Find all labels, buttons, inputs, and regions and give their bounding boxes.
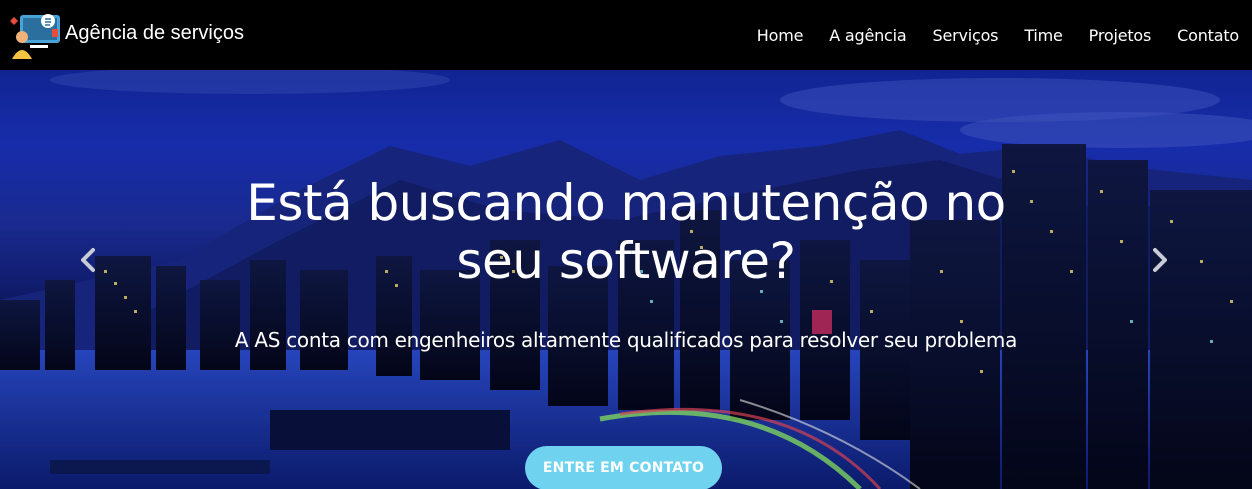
contact-button[interactable]: Entre em contato <box>525 446 722 489</box>
carousel-next-button[interactable] <box>1149 246 1171 274</box>
hero-caption: Está buscando manutenção no seu software… <box>0 70 1252 489</box>
chevron-left-icon <box>81 248 95 272</box>
brand-name: Agência de serviços <box>65 21 244 44</box>
hero-carousel: Está buscando manutenção no seu software… <box>0 70 1252 489</box>
main-nav: Home A agência Serviços Time Projetos Co… <box>744 0 1239 70</box>
nav-link-time[interactable]: Time <box>1011 26 1075 45</box>
hero-headline: Está buscando manutenção no seu software… <box>246 174 1006 290</box>
nav-link-contato[interactable]: Contato <box>1164 26 1239 45</box>
nav-link-servicos[interactable]: Serviços <box>919 26 1011 45</box>
chevron-right-icon <box>1153 248 1167 272</box>
nav-link-agencia[interactable]: A agência <box>816 26 919 45</box>
brand[interactable]: Agência de serviços <box>0 0 244 70</box>
nav-link-home[interactable]: Home <box>744 26 816 45</box>
hero-subheadline: A AS conta com engenheiros altamente qua… <box>234 328 1018 352</box>
service-agency-logo-icon <box>10 14 60 59</box>
nav-link-projetos[interactable]: Projetos <box>1076 26 1164 45</box>
top-navbar: Agência de serviços Home A agência Servi… <box>0 0 1252 70</box>
carousel-prev-button[interactable] <box>77 246 99 274</box>
